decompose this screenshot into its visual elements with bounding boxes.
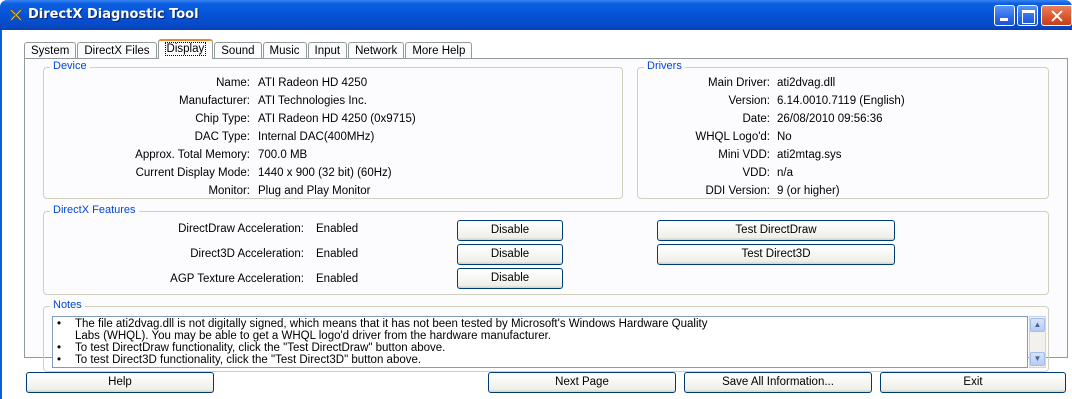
maximize-button[interactable] bbox=[1017, 5, 1038, 26]
date-value: 26/08/2010 09:56:36 bbox=[777, 113, 883, 125]
dac-type-label: DAC Type: bbox=[194, 131, 250, 143]
tab-strip: System DirectX Files Display Sound Music… bbox=[24, 39, 473, 59]
ddi-version-value: 9 (or higher) bbox=[777, 185, 840, 197]
directdraw-accel-label: DirectDraw Acceleration: bbox=[178, 223, 304, 235]
exit-button[interactable]: Exit bbox=[880, 372, 1066, 393]
window-body: System DirectX Files Display Sound Music… bbox=[0, 30, 1072, 399]
note-continuation: Labs (WHQL). You may be able to get a WH… bbox=[75, 330, 552, 342]
disable-directdraw-button[interactable]: Disable bbox=[457, 220, 563, 241]
ddi-version-label: DDI Version: bbox=[705, 185, 770, 197]
agp-texture-accel-label: AGP Texture Acceleration: bbox=[170, 273, 304, 285]
mini-vdd-value: ati2mtag.sys bbox=[777, 149, 842, 161]
directx-icon bbox=[9, 9, 23, 21]
display-mode-value: 1440 x 900 (32 bit) (60Hz) bbox=[258, 167, 392, 179]
note-item: • To test Direct3D functionality, click t… bbox=[57, 354, 422, 366]
manufacturer-value: ATI Technologies Inc. bbox=[258, 95, 367, 107]
scroll-down-icon[interactable]: ▼ bbox=[1030, 352, 1045, 366]
version-value: 6.14.0010.7119 (English) bbox=[777, 95, 905, 107]
total-memory-value: 700.0 MB bbox=[258, 149, 308, 161]
title-bar[interactable]: DirectX Diagnostic Tool bbox=[0, 0, 1072, 30]
notes-group: Notes • The file ati2dvag.dll is not digi… bbox=[43, 299, 1049, 372]
close-button[interactable] bbox=[1041, 5, 1072, 26]
direct3d-accel-label: Direct3D Acceleration: bbox=[190, 248, 304, 260]
test-directdraw-button[interactable]: Test DirectDraw bbox=[657, 220, 895, 241]
help-button[interactable]: Help bbox=[26, 372, 214, 393]
agp-texture-accel-value: Enabled bbox=[316, 273, 359, 285]
notes-textbox[interactable]: • The file ati2dvag.dll is not digitally … bbox=[52, 316, 1028, 368]
device-legend: Device bbox=[50, 60, 90, 72]
test-direct3d-button[interactable]: Test Direct3D bbox=[657, 244, 895, 265]
directx-features-group: DirectX Features DirectDraw Acceleration… bbox=[43, 204, 1049, 295]
notes-scrollbar[interactable]: ▲ ▼ bbox=[1029, 316, 1046, 368]
version-label: Version: bbox=[728, 95, 770, 107]
dac-type-value: Internal DAC(400MHz) bbox=[258, 131, 375, 143]
tab-music[interactable]: Music bbox=[262, 42, 307, 59]
tab-more-help[interactable]: More Help bbox=[405, 42, 473, 59]
features-legend: DirectX Features bbox=[50, 204, 139, 216]
scroll-up-icon[interactable]: ▲ bbox=[1030, 318, 1045, 332]
device-name-label: Name: bbox=[216, 77, 250, 89]
tab-display[interactable]: Display bbox=[157, 39, 214, 59]
minimize-button[interactable] bbox=[994, 5, 1015, 26]
monitor-label: Monitor: bbox=[208, 185, 250, 197]
note-item: • The file ati2dvag.dll is not digitally … bbox=[57, 318, 708, 330]
device-name-value: ATI Radeon HD 4250 bbox=[258, 77, 368, 89]
directdraw-accel-value: Enabled bbox=[316, 223, 359, 235]
tab-input[interactable]: Input bbox=[307, 42, 348, 59]
save-all-information-button[interactable]: Save All Information... bbox=[684, 372, 872, 393]
total-memory-label: Approx. Total Memory: bbox=[135, 149, 250, 161]
manufacturer-label: Manufacturer: bbox=[179, 95, 250, 107]
display-mode-label: Current Display Mode: bbox=[135, 167, 250, 179]
vdd-label: VDD: bbox=[742, 167, 770, 179]
note-item: • To test DirectDraw functionality, click… bbox=[57, 342, 446, 354]
direct3d-accel-value: Enabled bbox=[316, 248, 359, 260]
display-tab-panel: Device Name: ATI Radeon HD 4250 Manufact… bbox=[24, 58, 1068, 372]
main-driver-label: Main Driver: bbox=[708, 77, 770, 89]
tab-directx-files[interactable]: DirectX Files bbox=[77, 42, 157, 59]
next-page-button[interactable]: Next Page bbox=[488, 372, 676, 393]
date-label: Date: bbox=[742, 113, 771, 125]
tab-system[interactable]: System bbox=[24, 42, 77, 59]
mini-vdd-label: Mini VDD: bbox=[718, 149, 770, 161]
drivers-legend: Drivers bbox=[644, 60, 685, 72]
whql-value: No bbox=[777, 131, 792, 143]
main-driver-value: ati2dvag.dll bbox=[777, 77, 836, 89]
monitor-value: Plug and Play Monitor bbox=[258, 185, 371, 197]
tab-network[interactable]: Network bbox=[348, 42, 405, 59]
chip-type-label: Chip Type: bbox=[195, 113, 250, 125]
window-title: DirectX Diagnostic Tool bbox=[28, 7, 199, 22]
device-group: Device Name: ATI Radeon HD 4250 Manufact… bbox=[43, 60, 623, 199]
chip-type-value: ATI Radeon HD 4250 (0x9715) bbox=[258, 113, 416, 125]
tab-sound[interactable]: Sound bbox=[214, 42, 262, 59]
notes-legend: Notes bbox=[50, 299, 85, 311]
drivers-group: Drivers Main Driver: ati2dvag.dll Versio… bbox=[637, 60, 1049, 199]
vdd-value: n/a bbox=[777, 167, 793, 179]
whql-label: WHQL Logo'd: bbox=[695, 131, 770, 143]
disable-direct3d-button[interactable]: Disable bbox=[457, 244, 563, 265]
disable-agp-button[interactable]: Disable bbox=[457, 268, 563, 289]
